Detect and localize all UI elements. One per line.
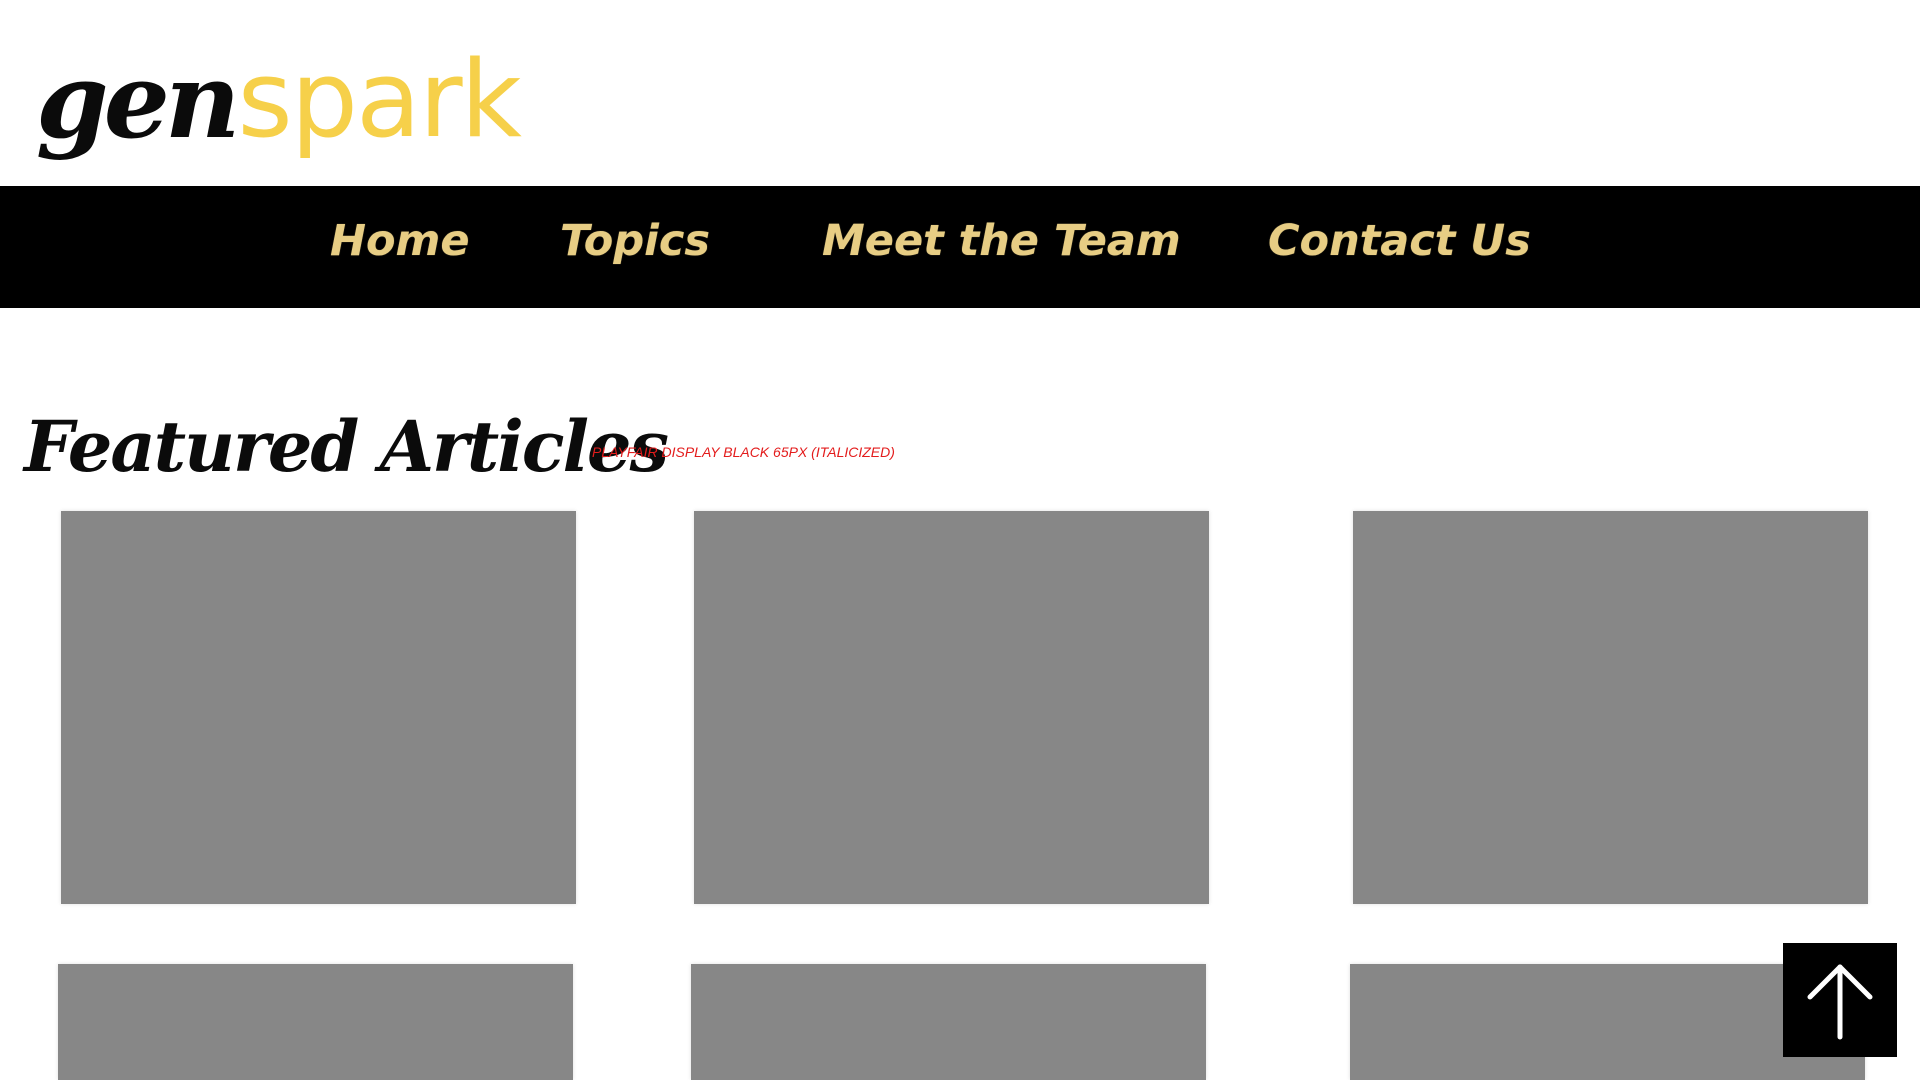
arrow-up-icon	[1807, 964, 1873, 1040]
site-header: gen spark	[0, 0, 1920, 186]
nav-item-home[interactable]: Home	[330, 216, 470, 268]
article-card-2[interactable]	[694, 511, 1209, 904]
nav-item-topics[interactable]: Topics	[560, 216, 710, 268]
nav-item-meet-the-team[interactable]: Meet the Team	[822, 216, 1181, 268]
typography-annotation: PLAYFAIR DISPLAY BLACK 65PX (ITALICIZED)	[592, 444, 895, 460]
article-card-1[interactable]	[61, 511, 576, 904]
article-card-3[interactable]	[1353, 511, 1868, 904]
logo-gen-text: gen	[36, 39, 240, 162]
genspark-logo[interactable]: gen spark	[36, 18, 522, 162]
article-card-4[interactable]	[58, 964, 573, 1080]
main-navbar: Home Topics Meet the Team Contact Us	[0, 186, 1920, 308]
nav-item-contact-us[interactable]: Contact Us	[1268, 216, 1531, 268]
featured-articles-heading: Featured Articles	[24, 405, 669, 488]
back-to-top-button[interactable]	[1783, 943, 1897, 1057]
article-card-5[interactable]	[691, 964, 1206, 1080]
logo-spark-text: spark	[237, 38, 522, 161]
